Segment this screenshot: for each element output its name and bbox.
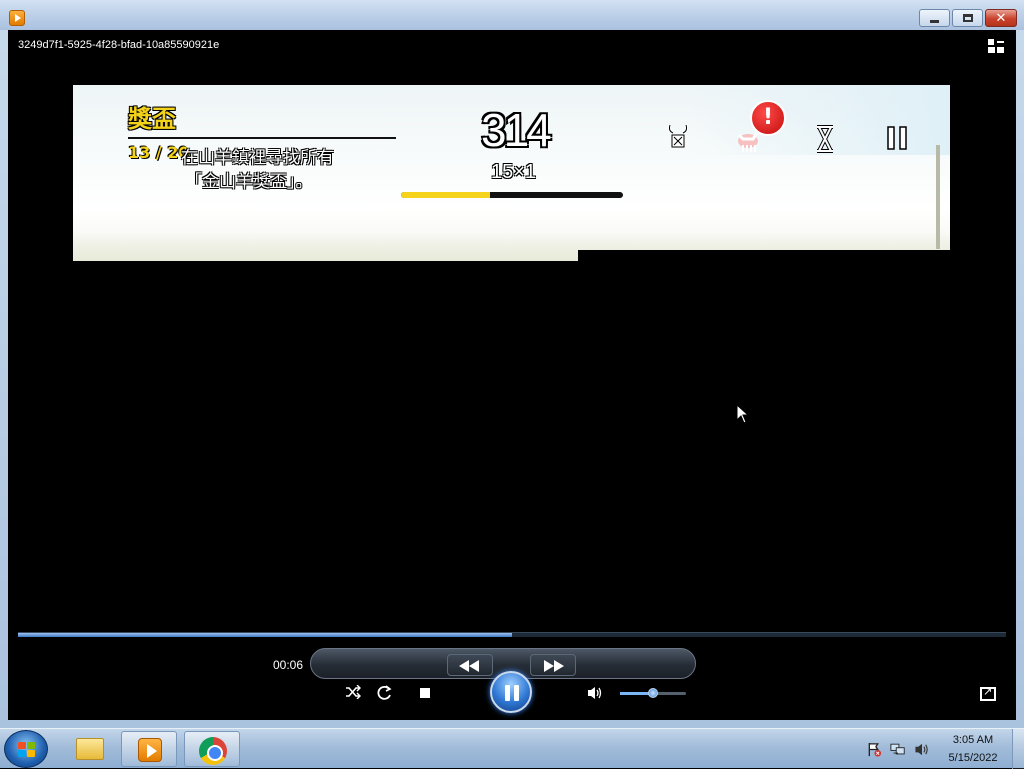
next-icon — [544, 660, 564, 672]
game-pause-icon — [887, 126, 907, 150]
hud-divider — [128, 137, 396, 139]
volume-slider[interactable] — [620, 688, 686, 698]
taskbar — [0, 728, 1024, 769]
hud-combo-bar-fill — [401, 192, 490, 198]
window-controls: ✕ — [919, 9, 1017, 27]
switch-to-library-icon[interactable] — [988, 39, 1004, 53]
repeat-icon[interactable] — [377, 685, 393, 701]
action-center-flag-icon[interactable] — [866, 742, 882, 757]
background-pole — [936, 145, 940, 249]
folder-icon — [76, 738, 104, 760]
close-icon: ✕ — [995, 10, 1007, 26]
next-button[interactable] — [530, 654, 576, 676]
elapsed-time: 00:06 — [273, 658, 304, 672]
alert-badge: ! — [750, 100, 786, 136]
fullscreen-button[interactable] — [980, 685, 996, 701]
show-desktop-button[interactable] — [1012, 729, 1024, 769]
chrome-icon — [199, 737, 227, 765]
windows-logo-icon — [18, 742, 36, 758]
start-button[interactable] — [4, 730, 48, 768]
taskbar-media-player[interactable] — [121, 731, 177, 767]
taskbar-chrome[interactable] — [184, 731, 240, 767]
hud-achievement-title: 獎盃 — [128, 105, 176, 133]
media-title: 3249d7f1-5925-4f28-bfad-10a85590921e — [18, 39, 220, 51]
player-surface[interactable]: 3249d7f1-5925-4f28-bfad-10a85590921e 獎盃 … — [8, 30, 1016, 720]
hud-score: 314 — [481, 104, 552, 156]
video-frame[interactable]: 獎盃 13 / 20 在山羊鎮裡尋找所有 「金山羊獎盃」。 314 15×1 ! — [73, 85, 950, 261]
media-player-window: ✕ 3249d7f1-5925-4f28-bfad-10a85590921e 獎… — [0, 0, 1024, 728]
maximize-button[interactable] — [952, 9, 983, 27]
shuffle-icon[interactable] — [345, 685, 361, 699]
seek-bar-progress — [18, 633, 512, 637]
hud-achievement-desc-line1: 在山羊鎮裡尋找所有 — [181, 148, 334, 168]
clock-date[interactable]: 5/15/2022 — [940, 752, 1006, 764]
pause-button[interactable] — [490, 671, 532, 713]
taskbar-explorer[interactable] — [62, 731, 118, 767]
media-player-icon — [138, 738, 162, 762]
media-player-app-icon[interactable] — [9, 10, 25, 26]
mouse-cursor — [736, 404, 750, 424]
speaker-icon[interactable] — [914, 742, 930, 757]
previous-button[interactable] — [447, 654, 493, 676]
network-icon[interactable] — [890, 742, 906, 757]
hud-combo: 15×1 — [491, 161, 537, 183]
pause-icon — [505, 685, 510, 701]
previous-icon — [459, 660, 479, 672]
volume-icon[interactable] — [587, 686, 603, 700]
seek-bar[interactable] — [18, 632, 1006, 637]
hud-achievement-desc-line2: 「金山羊獎盃」。 — [185, 172, 313, 192]
maximize-icon — [962, 14, 973, 22]
hud-combo-bar — [401, 192, 623, 198]
minimize-button[interactable] — [919, 9, 950, 27]
clock-time[interactable]: 3:05 AM — [940, 734, 1006, 746]
goat-horns-icon — [667, 124, 689, 148]
title-bar[interactable]: ✕ — [0, 0, 1024, 30]
minimize-icon — [930, 19, 939, 23]
stop-button[interactable] — [420, 688, 430, 698]
hourglass-icon — [817, 125, 833, 153]
volume-knob[interactable] — [648, 688, 658, 698]
close-button[interactable]: ✕ — [985, 9, 1017, 27]
